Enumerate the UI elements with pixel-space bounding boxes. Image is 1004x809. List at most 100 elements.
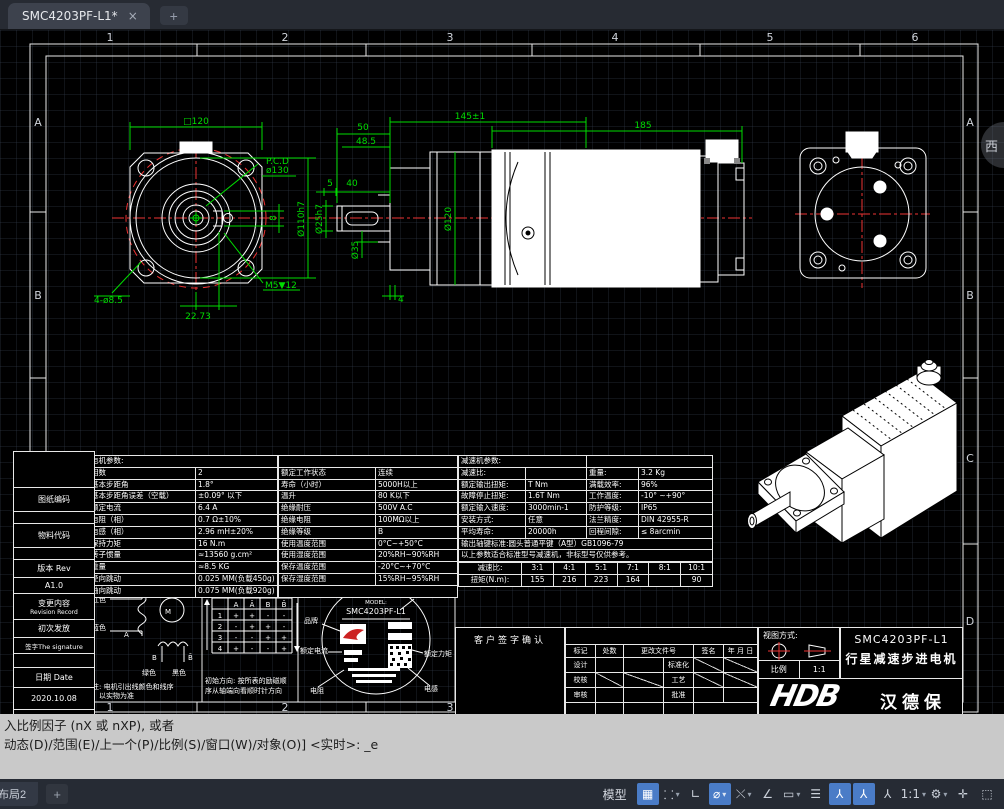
isodraft-icon[interactable]: ⤬▾ xyxy=(733,783,755,805)
file-tab-bar: SMC4203PF-L1* × + xyxy=(0,0,1004,30)
model-space-button[interactable]: 模型 xyxy=(595,783,635,805)
param-label: 保持力矩 xyxy=(89,539,195,550)
snap-icon[interactable]: ⸬▾ xyxy=(661,783,683,805)
svg-text:A: A xyxy=(34,116,42,129)
chevron-down-icon[interactable]: ▾ xyxy=(747,790,751,799)
torque-value xyxy=(649,575,680,586)
svg-text:3: 3 xyxy=(447,31,454,44)
rev-cell xyxy=(14,512,94,524)
date-value: 2020.10.08 xyxy=(14,688,94,710)
svg-text:B: B xyxy=(34,289,42,302)
tb-cell xyxy=(724,673,757,687)
svg-text:以实物为准: 以实物为准 xyxy=(99,691,134,700)
command-line[interactable]: 入比例因子 (nX 或 nXP), 或者 动态(D)/范围(E)/上一个(P)/… xyxy=(0,714,1004,779)
motor-params-table: 电机参数: 相数2 基本步距角1.8° 基本步距角误差（空载）±0.09° 以下… xyxy=(88,455,278,598)
svg-text:M5▼12: M5▼12 xyxy=(265,281,297,291)
svg-text:-: - xyxy=(283,612,286,620)
svg-text:ø130: ø130 xyxy=(266,166,289,176)
model-space-canvas[interactable]: 1 2 3 4 5 6 1 2 3 4 5 6 A B A B C D xyxy=(0,30,1004,714)
object-snap-tracking-icon[interactable]: ⅄ xyxy=(853,783,875,805)
version-label: 版本 Rev xyxy=(14,560,94,578)
ortho-icon[interactable]: ∟ xyxy=(685,783,707,805)
svg-text:+: + xyxy=(233,645,239,653)
polar-tracking-icon[interactable]: ⌀▾ xyxy=(709,783,731,805)
param-value: ≈8.5 KG xyxy=(196,562,277,573)
svg-text:黑色: 黑色 xyxy=(172,668,186,677)
side-view[interactable] xyxy=(337,140,744,287)
drawing-tab[interactable]: SMC4203PF-L1* × xyxy=(8,3,150,29)
svg-text:3: 3 xyxy=(218,634,222,642)
svg-text:4-ø8.5: 4-ø8.5 xyxy=(94,296,123,306)
param-value: 5000H以上 xyxy=(376,480,457,491)
param-label: 绝缘耐压 xyxy=(279,503,375,514)
ratio-value: 4:1 xyxy=(554,563,585,574)
chevron-down-icon[interactable]: ▾ xyxy=(922,790,926,799)
clean-screen-icon[interactable]: ✛ xyxy=(952,783,974,805)
isolate-objects-icon[interactable]: ⬚ xyxy=(976,783,998,805)
tb-header: 签名 xyxy=(694,645,723,657)
annotation-scale-icon[interactable]: ▭▾ xyxy=(781,783,803,805)
param-label: 额定输出扭矩: xyxy=(459,480,525,491)
tb-header: 处数 xyxy=(596,645,623,657)
svg-text:4: 4 xyxy=(398,295,404,305)
tb-cell xyxy=(694,688,723,702)
param-value: DIN 42955-R xyxy=(639,515,712,526)
chevron-down-icon[interactable]: ▾ xyxy=(722,790,726,799)
svg-text:50: 50 xyxy=(357,123,369,133)
param-label: 电阻（相） xyxy=(89,515,195,526)
param-value: IP65 xyxy=(639,503,712,514)
svg-text:注: 电机引出线颜色和线序: 注: 电机引出线颜色和线序 xyxy=(92,682,174,691)
viewcube-west-label[interactable]: 西 xyxy=(985,136,998,155)
tb-cell xyxy=(624,673,663,687)
snap-3d-icon[interactable]: ⅄ xyxy=(877,783,899,805)
annotation-icon[interactable]: ∠ xyxy=(757,783,779,805)
tb-cell xyxy=(624,688,663,702)
torque-value: 216 xyxy=(554,575,585,586)
svg-text:□120: □120 xyxy=(183,117,209,127)
tb-label: 设计 xyxy=(566,658,595,672)
svg-text:B: B xyxy=(966,289,974,302)
new-tab-button[interactable]: + xyxy=(160,6,188,25)
svg-text:B: B xyxy=(152,654,157,662)
param-value: 任意 xyxy=(526,515,586,526)
param-value: 0.7 Ω±10% xyxy=(196,515,277,526)
close-icon[interactable]: × xyxy=(128,9,138,23)
svg-text:4: 4 xyxy=(218,645,223,653)
change-en: Revision Record xyxy=(30,609,78,616)
projection-label: 视图方式: xyxy=(763,631,798,640)
svg-text:初始方向: 按所表的励磁顺: 初始方向: 按所表的励磁顺 xyxy=(205,676,287,685)
svg-text:额定力矩: 额定力矩 xyxy=(424,649,452,658)
customization-gear-icon[interactable]: ⚙▾ xyxy=(928,783,950,805)
svg-text:22.73: 22.73 xyxy=(185,312,211,322)
svg-text:Ø35: Ø35 xyxy=(350,241,361,260)
param-value: 20000h xyxy=(526,527,586,538)
annotation-scale-value[interactable]: 1:1▾ xyxy=(901,783,926,805)
param-label: 重量 xyxy=(89,562,195,573)
param-label: 工作温度: xyxy=(587,491,638,502)
table-header: 减速机参数: xyxy=(459,456,586,467)
lineweight-icon[interactable]: ☰ xyxy=(805,783,827,805)
param-label: 回程间隙: xyxy=(587,527,638,538)
tb-cell xyxy=(724,658,757,672)
svg-text:1: 1 xyxy=(107,701,114,714)
svg-text:+: + xyxy=(249,623,255,631)
param-value: -10° ~+90° xyxy=(639,491,712,502)
env-params-table: 额定工作状态连续 寿命（小时）5000H以上 温升80 K以下 绝缘耐压500V… xyxy=(278,455,458,598)
rear-view[interactable] xyxy=(800,132,926,278)
tab-layout2[interactable]: 布局2 xyxy=(0,782,38,806)
chevron-down-icon[interactable]: ▾ xyxy=(796,790,800,799)
svg-text:+: + xyxy=(281,645,287,653)
material-code-label: 物料代码 xyxy=(14,524,94,548)
date-label: 日期 Date xyxy=(14,668,94,688)
new-layout-button[interactable]: + xyxy=(46,784,68,804)
tb-cell xyxy=(694,673,723,687)
chevron-down-icon[interactable]: ▾ xyxy=(676,790,680,799)
grid-icon[interactable]: ▦ xyxy=(637,783,659,805)
object-snap-icon[interactable]: ⅄ xyxy=(829,783,851,805)
tb-cell xyxy=(664,703,693,714)
iso-view[interactable] xyxy=(748,360,958,544)
svg-text:48.5: 48.5 xyxy=(356,137,376,147)
param-value: 500V A.C xyxy=(376,503,457,514)
chevron-down-icon[interactable]: ▾ xyxy=(943,790,947,799)
param-label: 保存温度范围 xyxy=(279,562,375,573)
